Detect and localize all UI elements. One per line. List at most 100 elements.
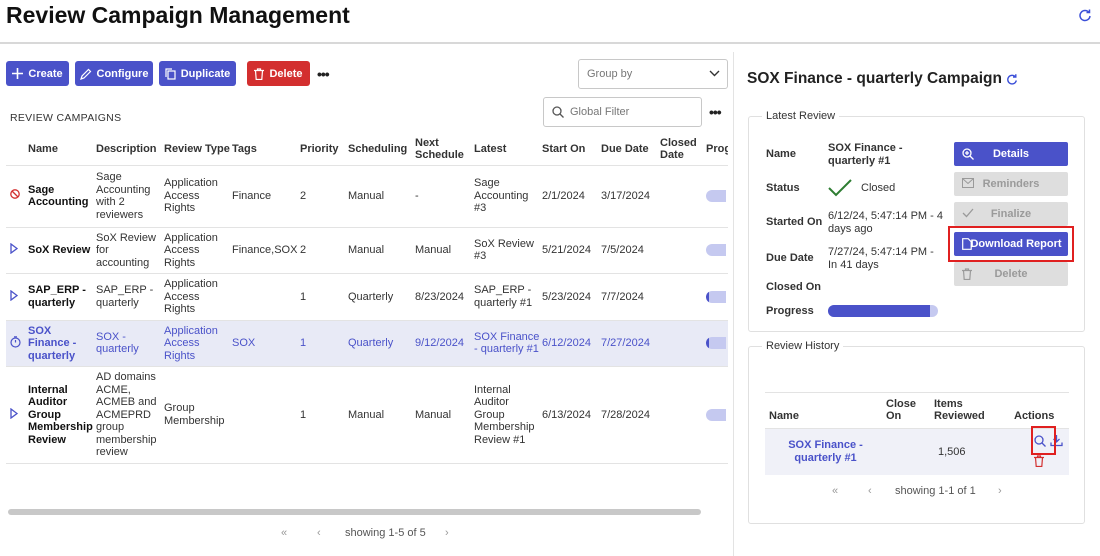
cell-tags: [232, 273, 300, 321]
review-delete-label: Delete: [994, 268, 1028, 280]
row-progress-bar: [706, 190, 726, 202]
started-value: 6/12/24, 5:47:14 PM - 4 days ago: [828, 210, 943, 235]
col-description[interactable]: Description: [96, 133, 164, 166]
details-button[interactable]: Details: [954, 142, 1068, 166]
trash-icon: [254, 67, 265, 80]
col-closed-date[interactable]: Closed Date: [660, 133, 706, 166]
trash-icon[interactable]: [1034, 455, 1044, 467]
cell-review-type: Application Access Rights: [164, 227, 232, 274]
status-value: Closed: [861, 182, 896, 194]
cell-tags: [232, 366, 300, 464]
play-icon: [6, 366, 28, 464]
duplicate-button[interactable]: Duplicate: [159, 61, 236, 86]
cell-scheduling: Quarterly: [348, 320, 415, 367]
col-name[interactable]: Name: [28, 133, 96, 166]
table-row[interactable]: SAP_ERP - quarterly SAP_ERP - quarterly Ap…: [6, 273, 728, 321]
finalize-label: Finalize: [990, 208, 1032, 220]
trash-icon: [962, 268, 972, 280]
cell-latest: SoX Review #3: [474, 227, 542, 274]
cell-start-on: 2/1/2024: [542, 165, 601, 228]
col-progress[interactable]: Prog: [706, 133, 728, 166]
cell-review-type: Application Access Rights: [164, 273, 232, 321]
history-col-close-on[interactable]: Close On: [886, 392, 934, 429]
cell-review-type: Application Access Rights: [164, 320, 232, 367]
reminders-button[interactable]: Reminders: [954, 172, 1068, 196]
table-row[interactable]: SOX Finance - quarterly SOX - quarterly Ap…: [6, 320, 728, 367]
row-progress-bar: [706, 337, 726, 350]
review-name-value: SOX Finance - quarterly #1: [828, 142, 903, 167]
prev-page-icon[interactable]: ‹: [317, 527, 345, 539]
toolbar-more-button[interactable]: •••: [317, 66, 330, 82]
history-prev-page-icon[interactable]: ‹: [868, 485, 895, 497]
cell-scheduling: Manual: [348, 165, 415, 228]
history-items-reviewed: 1,506: [934, 428, 1014, 475]
table-more-button[interactable]: •••: [709, 104, 722, 120]
col-priority[interactable]: Priority: [300, 133, 348, 166]
cell-due-date: 3/17/2024: [601, 165, 660, 228]
cell-description: AD domains ACME, ACMEB and ACMEPRD group…: [96, 366, 164, 464]
group-by-select[interactable]: Group by: [578, 59, 728, 89]
cell-tags: SOX: [232, 320, 300, 367]
cell-description: Sage Accounting with 2 reviewers: [96, 165, 164, 228]
history-name[interactable]: SOX Finance - quarterly #1: [765, 428, 886, 475]
search-icon: [552, 106, 564, 118]
started-label: Started On: [766, 216, 823, 228]
delete-button[interactable]: Delete: [247, 61, 310, 86]
campaign-detail-title-text: SOX Finance - quarterly Campaign: [747, 70, 1002, 87]
timer-icon: [6, 320, 28, 367]
row-progress-bar: [706, 408, 726, 421]
cell-start-on: 5/21/2024: [542, 227, 601, 274]
create-button[interactable]: Create: [6, 61, 69, 86]
first-page-icon[interactable]: «: [281, 527, 317, 539]
copy-icon: [165, 67, 176, 80]
download-icon-highlight: [1031, 426, 1056, 455]
cell-start-on: 6/13/2024: [542, 366, 601, 464]
cell-progress: [706, 165, 728, 228]
reminders-label: Reminders: [982, 178, 1040, 190]
history-col-name[interactable]: Name: [765, 392, 886, 429]
refresh-icon[interactable]: [1078, 8, 1092, 22]
cell-name: Internal Auditor Group Membership Review: [28, 366, 96, 464]
global-filter-input[interactable]: Global Filter: [543, 97, 702, 127]
delete-label: Delete: [269, 67, 303, 80]
history-next-page-icon[interactable]: ›: [998, 485, 1002, 497]
history-first-page-icon[interactable]: «: [832, 485, 868, 497]
cell-progress: [706, 273, 728, 321]
col-scheduling[interactable]: Scheduling: [348, 133, 415, 166]
cell-tags: Finance: [232, 165, 300, 228]
review-delete-button[interactable]: Delete: [954, 262, 1068, 286]
configure-button[interactable]: Configure: [75, 61, 153, 86]
history-col-actions: Actions: [1014, 392, 1069, 429]
cell-priority: 1: [300, 366, 348, 464]
table-row[interactable]: SoX Review SoX Review for accounting Appli…: [6, 227, 728, 274]
cell-due-date: 7/7/2024: [601, 273, 660, 321]
finalize-button[interactable]: Finalize: [954, 202, 1068, 226]
refresh-icon[interactable]: [1006, 73, 1018, 86]
col-start-on[interactable]: Start On: [542, 133, 601, 166]
history-col-items-reviewed[interactable]: Items Reviewed: [934, 392, 1014, 429]
col-latest[interactable]: Latest: [474, 133, 542, 166]
cell-closed-date: [660, 320, 706, 367]
col-next-schedule[interactable]: Next Schedule: [415, 133, 474, 166]
review-history-title: Review History: [762, 340, 844, 352]
horizontal-scrollbar[interactable]: [8, 509, 701, 515]
next-page-icon[interactable]: ›: [445, 527, 449, 539]
cell-next-schedule: -: [415, 165, 474, 228]
table-row[interactable]: Sage Accounting Sage Accounting with 2 re…: [6, 165, 728, 228]
cell-next-schedule: 8/23/2024: [415, 273, 474, 321]
col-review-type[interactable]: Review Type: [164, 133, 232, 166]
campaign-detail-title: SOX Finance - quarterly Campaign: [747, 70, 1018, 88]
name-label: Name: [766, 148, 796, 160]
cell-next-schedule: 9/12/2024: [415, 320, 474, 367]
cell-progress: [706, 366, 728, 464]
cell-priority: 1: [300, 273, 348, 321]
cell-scheduling: Manual: [348, 366, 415, 464]
campaigns-table: Name Description Review Type Tags Priori…: [6, 133, 728, 464]
history-close-on: [886, 428, 934, 475]
history-row[interactable]: SOX Finance - quarterly #1 1,506: [765, 428, 1069, 475]
chevron-down-icon: [709, 70, 720, 77]
col-tags[interactable]: Tags: [232, 133, 300, 166]
table-row[interactable]: Internal Auditor Group Membership Review…: [6, 366, 728, 464]
cell-start-on: 6/12/2024: [542, 320, 601, 367]
col-due-date[interactable]: Due Date: [601, 133, 660, 166]
